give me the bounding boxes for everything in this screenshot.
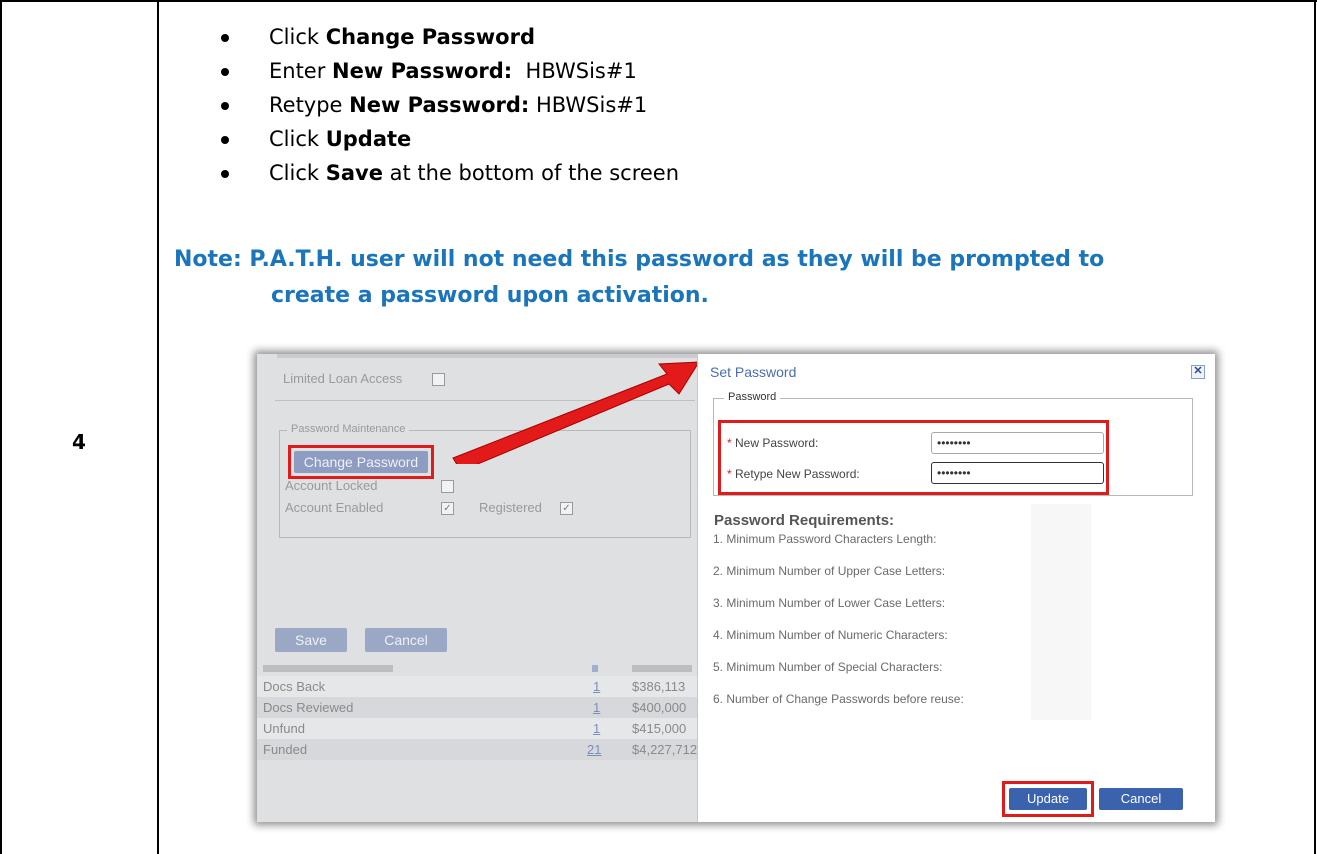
registered-label: Registered [479,500,542,515]
limited-loan-access-label: Limited Loan Access [283,371,403,386]
instruction-suffix: HBWSis#1 [512,59,637,83]
instruction-bold: Change Password [325,25,536,49]
instruction-prefix: Click [269,161,326,185]
instruction-suffix: at the bottom of the screen [382,161,680,185]
account-enabled-checkbox[interactable]: ✓ [441,502,454,515]
dialog-cancel-button[interactable]: Cancel [1099,788,1183,810]
table-row: Unfund 1 $415,000 [257,718,697,739]
account-locked-checkbox[interactable] [441,480,454,493]
dialog-title: Set Password [710,364,797,380]
table-border-right [1314,0,1316,854]
step-number: 4 [72,430,86,454]
bullet-icon [221,34,229,42]
table-column-divider [157,0,159,854]
password-legend: Password [724,391,781,403]
row-count-link[interactable]: 1 [593,700,600,715]
row-amount: $400,000 [632,700,687,715]
bullet-icon [221,136,229,144]
bullet-icon [221,170,229,178]
requirements-title: Password Requirements: [714,512,895,529]
change-password-highlight [288,445,434,479]
requirement-item: 4. Minimum Number of Numeric Characters: [713,628,948,642]
table-border-top [0,0,1317,2]
requirement-item: 2. Minimum Number of Upper Case Letters: [713,564,946,578]
instruction-prefix: Click [269,25,326,49]
background-form-overlay: Limited Loan Access Password Maintenance… [257,354,697,822]
requirements-values-area [1031,504,1091,720]
note-line-2: create a password upon activation. [271,283,709,308]
save-button[interactable]: Save [275,628,347,652]
requirement-item: 5. Minimum Number of Special Characters: [713,660,943,674]
row-amount: $4,227,712 [632,742,698,757]
row-label: Unfund [263,721,305,736]
requirement-item: 1. Minimum Password Characters Length: [713,532,937,546]
update-button-highlight [1002,781,1094,817]
instruction-suffix: HBWSis#1 [529,93,648,117]
requirement-item: 3. Minimum Number of Lower Case Letters: [713,596,946,610]
password-maintenance-legend: Password Maintenance [287,423,410,435]
table-row: Docs Reviewed 1 $400,000 [257,697,697,718]
bullet-icon [221,68,229,76]
row-amount: $386,113 [632,679,686,694]
note-line-1: Note: P.A.T.H. user will not need this p… [174,247,1105,272]
row-label: Funded [263,742,308,757]
row-amount: $415,000 [632,721,687,736]
row-count-link[interactable]: 1 [593,679,600,694]
note-text: Note: P.A.T.H. user will not need this p… [174,242,1104,314]
row-label: Docs Reviewed [263,700,354,715]
account-locked-label: Account Locked [285,478,378,493]
registered-checkbox[interactable]: ✓ [560,502,573,515]
close-x-icon[interactable]: ✕ [1191,365,1205,379]
cancel-button[interactable]: Cancel [365,628,447,652]
row-count-link[interactable]: 1 [593,721,600,736]
instruction-prefix: Enter [269,59,333,83]
limited-loan-access-checkbox[interactable] [432,373,445,386]
requirement-item: 6. Number of Change Passwords before reu… [713,692,964,706]
red-arrow-icon [452,361,697,464]
password-fields-highlight [718,420,1109,495]
instruction-prefix: Click [269,127,326,151]
row-label: Docs Back [263,679,326,694]
instruction-bold: New Password: [349,93,530,117]
table-border-left [0,0,2,854]
bullet-icon [221,102,229,110]
embedded-screenshot: Limited Loan Access Password Maintenance… [257,354,1215,822]
set-password-dialog: Set Password ✕ Password * New Password: … [697,354,1215,822]
row-count-link[interactable]: 21 [587,742,601,757]
instruction-prefix: Retype [269,93,350,117]
clipped-row [257,656,697,672]
account-enabled-label: Account Enabled [285,500,384,515]
table-row: Docs Back 1 $386,113 [257,676,697,697]
instruction-bold: Update [325,127,412,151]
instruction-bold: New Password: [332,59,513,83]
table-row: Funded 21 $4,227,712 [257,739,697,760]
instruction-bold: Save [325,161,383,185]
